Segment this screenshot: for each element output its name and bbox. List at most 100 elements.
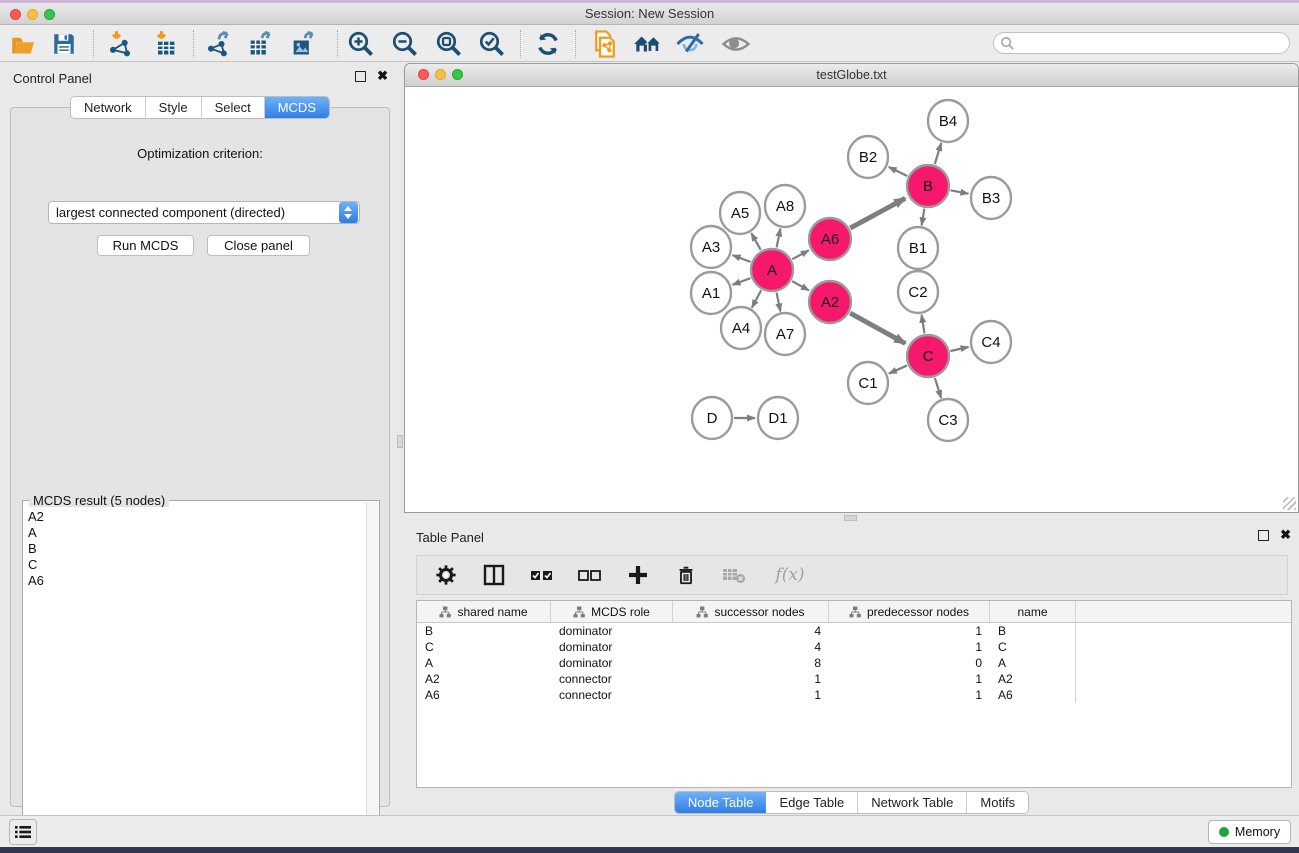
graph-edge[interactable] [922,315,925,334]
graph-edge[interactable] [951,190,969,193]
graph-edge[interactable] [752,290,761,307]
tab-edge-table[interactable]: Edge Table [766,792,858,813]
table-row[interactable]: A6 connector 1 1 A6 [417,687,1291,703]
graph-node[interactable]: D1 [758,397,798,439]
cell-name[interactable]: B [990,623,1076,639]
close-panel-icon[interactable]: ✖ [1280,527,1291,543]
cell-mcds-role[interactable]: connector [551,687,673,703]
graph-edge[interactable] [751,233,760,250]
cell-name[interactable]: A6 [990,687,1076,703]
column-header-name[interactable]: name [990,601,1076,622]
graph-edge[interactable] [733,255,751,262]
cell-shared-name[interactable]: B [417,623,551,639]
graph-node[interactable]: A5 [720,192,760,234]
graph-node[interactable]: B [907,165,949,207]
graph-node[interactable]: C2 [898,271,938,313]
result-item[interactable]: A6 [28,573,366,589]
graph-edge[interactable] [733,278,751,285]
result-item[interactable]: C [28,557,366,573]
tab-mcds[interactable]: MCDS [265,97,329,118]
memory-button[interactable]: Memory [1208,820,1291,844]
save-session-button[interactable] [49,29,79,59]
zoom-in-button[interactable] [346,29,376,59]
function-builder-button[interactable]: f(x) [769,562,811,588]
network-canvas[interactable]: AA1A2A3A4A5A6A7A8BB1B2B3B4CC1C2C3C4DD1 [406,88,1297,511]
task-history-button[interactable] [9,819,37,845]
cell-predecessor-nodes[interactable]: 1 [829,687,990,703]
float-panel-icon[interactable] [1258,530,1269,541]
horizontal-splitter[interactable] [404,514,1299,522]
network-window-titlebar[interactable]: testGlobe.txt [405,64,1298,87]
graph-node[interactable]: B3 [971,177,1011,219]
graph-node[interactable]: A2 [809,281,851,323]
refresh-view-button[interactable] [533,29,563,59]
table-row[interactable]: A dominator 8 0 A [417,655,1291,671]
graph-edge[interactable] [792,250,809,259]
select-all-button[interactable] [529,562,555,588]
cell-predecessor-nodes[interactable]: 1 [829,639,990,655]
graph-node[interactable]: A3 [691,226,731,268]
column-header-successor-nodes[interactable]: successor nodes [673,601,829,622]
graph-node[interactable]: B4 [928,100,968,142]
cell-shared-name[interactable]: A6 [417,687,551,703]
graph-node[interactable]: A7 [765,313,805,355]
zoom-selected-button[interactable] [477,29,507,59]
tab-network[interactable]: Network [71,97,146,118]
table-row[interactable]: A2 connector 1 1 A2 [417,671,1291,687]
graph-node[interactable]: A6 [809,218,851,260]
duplicate-network-button[interactable] [590,29,620,59]
graph-node[interactable]: C3 [928,399,968,441]
tab-style[interactable]: Style [146,97,202,118]
add-column-button[interactable] [625,562,651,588]
result-item[interactable]: B [28,541,366,557]
graph-edge[interactable] [889,365,907,373]
close-panel-icon[interactable]: ✖ [377,68,388,84]
cell-successor-nodes[interactable]: 4 [673,639,829,655]
cell-shared-name[interactable]: A2 [417,671,551,687]
splitter-thumb[interactable] [844,515,857,521]
cell-predecessor-nodes[interactable]: 1 [829,671,990,687]
graph-node[interactable]: B1 [898,227,938,269]
window-resize-grip[interactable] [1283,497,1296,510]
cell-successor-nodes[interactable]: 1 [673,687,829,703]
home-button[interactable] [632,29,662,59]
cell-successor-nodes[interactable]: 1 [673,671,829,687]
graph-edge[interactable] [889,167,908,176]
delete-column-button[interactable] [673,562,699,588]
tab-node-table[interactable]: Node Table [675,792,767,813]
zoom-out-button[interactable] [390,29,420,59]
graph-edge[interactable] [935,378,941,398]
table-settings-button[interactable] [433,562,459,588]
cell-mcds-role[interactable]: dominator [551,639,673,655]
graph-node[interactable]: C1 [848,362,888,404]
delete-table-button[interactable] [721,562,747,588]
cell-mcds-role[interactable]: dominator [551,623,673,639]
graph-node[interactable]: A [751,249,793,291]
graph-node[interactable]: D [692,397,732,439]
table-row[interactable]: C dominator 4 1 C [417,639,1291,655]
graph-node[interactable]: A4 [721,307,761,349]
import-network-button[interactable] [105,29,135,59]
result-scrollbar[interactable] [366,502,378,838]
graph-node[interactable]: C [907,335,949,377]
cell-successor-nodes[interactable]: 8 [673,655,829,671]
show-panel-button[interactable] [721,29,751,59]
graph-edge[interactable] [850,198,905,228]
hide-panel-button[interactable] [675,29,705,59]
column-header-mcds-role[interactable]: MCDS role [551,601,673,622]
export-image-button[interactable] [288,29,318,59]
graph-node[interactable]: C4 [971,321,1011,363]
column-header-shared-name[interactable]: shared name [417,601,551,622]
column-visibility-button[interactable] [481,562,507,588]
graph-edge[interactable] [922,209,925,226]
cell-name[interactable]: A2 [990,671,1076,687]
graph-edge[interactable] [792,281,809,290]
result-item[interactable]: A2 [28,509,366,525]
vertical-splitter[interactable] [396,64,404,813]
mcds-result-list[interactable]: A2 A B C A6 [24,507,366,838]
table-row[interactable]: B dominator 4 1 B [417,623,1291,639]
search-input[interactable] [1015,34,1289,52]
tab-network-table[interactable]: Network Table [858,792,967,813]
graph-node[interactable]: A1 [691,272,731,314]
cell-predecessor-nodes[interactable]: 0 [829,655,990,671]
